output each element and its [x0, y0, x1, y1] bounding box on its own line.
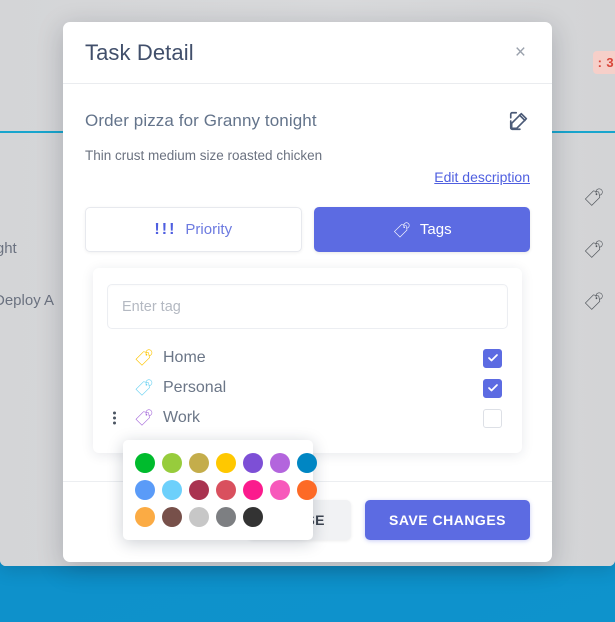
tab-priority-label: Priority [185, 221, 233, 238]
tag-icon[interactable]: 🏷 [583, 188, 605, 208]
color-swatch[interactable] [135, 507, 155, 527]
color-swatch[interactable] [216, 480, 236, 500]
modal-body: Order pizza for Granny tonight Thin crus… [63, 84, 552, 540]
save-changes-button[interactable]: SAVE CHANGES [365, 500, 530, 540]
tag-checkbox[interactable] [483, 348, 502, 368]
overdue-count-badge: : 3 [592, 51, 615, 74]
pencil-square-icon[interactable] [508, 110, 530, 132]
tag-icon: 🏷 [133, 380, 155, 397]
tag-panel: 🏷 Home 🏷 Personal [93, 268, 522, 540]
color-swatch[interactable] [216, 507, 236, 527]
tag-checkbox[interactable] [483, 408, 502, 428]
color-swatch[interactable] [135, 480, 155, 500]
priority-exclamation-icon: !!! [154, 220, 177, 238]
color-swatch[interactable] [216, 453, 236, 473]
list-item[interactable]: 🏷 Work [107, 403, 508, 433]
page-title: Task Detail [85, 39, 194, 65]
task-title: Order pizza for Granny tonight [85, 111, 317, 130]
color-swatch[interactable] [243, 507, 263, 527]
edit-description-row: Edit description [85, 169, 530, 187]
tag-label: Work [163, 409, 201, 426]
tag-icon[interactable]: 🏷 [583, 292, 605, 312]
color-swatch-grid [135, 453, 317, 527]
drag-handle-icon[interactable] [113, 411, 117, 425]
background-task-item[interactable]: y tonight [0, 240, 17, 257]
list-item[interactable]: 🏷 Home [107, 343, 508, 373]
color-picker-popover [123, 440, 317, 540]
tab-tags[interactable]: 🏷 Tags [313, 207, 530, 252]
color-swatch[interactable] [162, 480, 182, 500]
list-item[interactable]: 🏷 Personal [107, 373, 508, 403]
tag-checkbox[interactable] [483, 378, 502, 398]
tag-input[interactable] [107, 284, 508, 329]
color-swatch[interactable] [135, 453, 155, 473]
tag-icon: 🏷 [133, 410, 155, 427]
tag-label: Personal [163, 379, 227, 396]
color-swatch[interactable] [297, 480, 317, 500]
color-swatch[interactable] [243, 453, 263, 473]
color-swatch[interactable] [189, 480, 209, 500]
tag-label: Home [163, 349, 206, 366]
task-title-row: Order pizza for Granny tonight [85, 110, 530, 132]
tag-icon[interactable]: 🏷 [583, 240, 605, 260]
close-icon[interactable]: × [509, 39, 532, 66]
color-swatch[interactable] [243, 480, 263, 500]
tab-tags-label: Tags [419, 221, 452, 238]
modal-header: Task Detail × [63, 22, 552, 84]
task-detail-modal: Task Detail × Order pizza for Granny ton… [63, 22, 552, 562]
edit-description-link[interactable]: Edit description [434, 169, 530, 185]
color-swatch[interactable] [270, 453, 290, 473]
color-swatch[interactable] [162, 453, 182, 473]
tag-list: 🏷 Home 🏷 Personal 🏷 Work [107, 343, 508, 433]
color-swatch[interactable] [189, 453, 209, 473]
detail-tab-group: !!! Priority 🏷 Tags [85, 207, 530, 252]
color-swatch[interactable] [270, 480, 290, 500]
page-root: : 3 the team y tonight Deploy A 🏷 🏷 🏷 Ta… [0, 0, 615, 622]
background-task-item[interactable]: Deploy A [0, 292, 54, 309]
task-description: Thin crust medium size roasted chicken [85, 148, 323, 163]
color-swatch[interactable] [189, 507, 209, 527]
color-swatch[interactable] [297, 453, 317, 473]
color-swatch[interactable] [162, 507, 182, 527]
tag-icon: 🏷 [391, 221, 411, 239]
tag-icon: 🏷 [133, 350, 155, 367]
tab-priority[interactable]: !!! Priority [85, 207, 302, 252]
